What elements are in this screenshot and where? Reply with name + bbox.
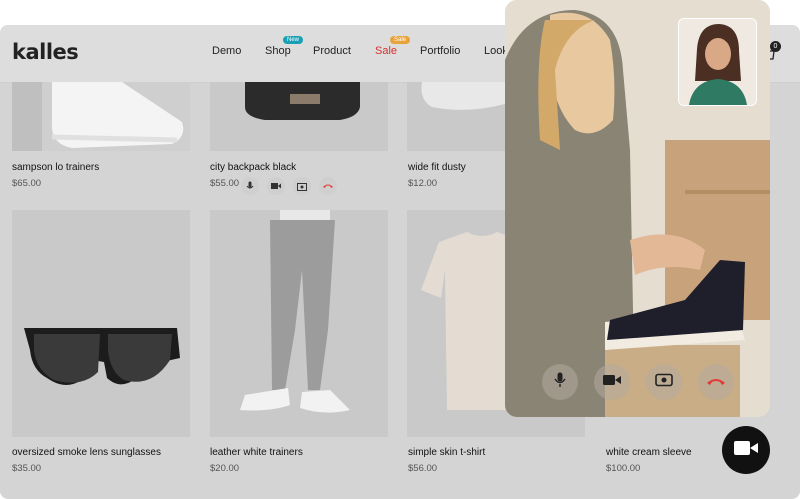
- product-name[interactable]: oversized smoke lens sunglasses: [12, 447, 161, 458]
- switch-camera-button[interactable]: [646, 364, 682, 400]
- nav-shop-label: Shop: [265, 45, 291, 57]
- nav-shop[interactable]: Shop New: [265, 36, 304, 57]
- video-camera-button[interactable]: [594, 364, 630, 400]
- new-badge: New: [283, 36, 304, 44]
- video-call-launcher-button[interactable]: [722, 426, 770, 474]
- mini-microphone-icon[interactable]: [241, 177, 259, 195]
- product-name[interactable]: white cream sleeve: [606, 447, 692, 458]
- microphone-button[interactable]: [542, 364, 578, 400]
- product-image-leather-trainers[interactable]: [210, 210, 388, 437]
- model-trainers-image: [240, 210, 350, 413]
- switch-camera-icon: [655, 372, 673, 392]
- nav-sale[interactable]: Sale Sale: [375, 36, 411, 57]
- nav-sale-label: Sale: [375, 45, 398, 57]
- backpack-image: [245, 82, 360, 120]
- mini-switch-camera-icon[interactable]: [293, 177, 311, 195]
- mini-video-camera-icon[interactable]: [267, 177, 285, 195]
- product-name[interactable]: simple skin t-shirt: [408, 447, 485, 458]
- customer-video-feed: [679, 19, 756, 105]
- product-name[interactable]: sampson lo trainers: [12, 162, 99, 173]
- video-camera-icon: [734, 440, 758, 461]
- end-call-icon: [707, 373, 725, 391]
- sneaker-image: [12, 82, 184, 151]
- mini-end-call-icon[interactable]: [319, 177, 337, 195]
- end-call-button[interactable]: [698, 364, 734, 400]
- product-price: $65.00: [12, 178, 42, 189]
- product-price: $100.00: [606, 463, 641, 474]
- site-logo[interactable]: kalles: [12, 40, 79, 64]
- cart-count: 0: [770, 41, 781, 52]
- sale-badge: Sale: [390, 36, 411, 44]
- product-price: $56.00: [408, 463, 438, 474]
- product-name[interactable]: leather white trainers: [210, 447, 303, 458]
- sunglasses-image: [24, 328, 180, 385]
- microphone-icon: [554, 372, 566, 393]
- product-price: $55.00: [210, 178, 240, 189]
- product-price: $20.00: [210, 463, 240, 474]
- product-price: $12.00: [408, 178, 438, 189]
- product-price: $35.00: [12, 463, 42, 474]
- product-image-city-backpack[interactable]: [210, 82, 388, 151]
- product-name[interactable]: wide fit dusty: [408, 162, 466, 173]
- product-image-wide-fit-dusty[interactable]: [407, 82, 505, 151]
- product-image-sunglasses[interactable]: [12, 210, 190, 437]
- nav-demo[interactable]: Demo: [212, 45, 241, 57]
- product-image-sampson-lo-trainers[interactable]: [12, 82, 190, 151]
- nav-portfolio[interactable]: Portfolio: [420, 45, 460, 57]
- video-camera-icon: [603, 373, 621, 391]
- product-name[interactable]: city backpack black: [210, 162, 296, 173]
- self-view-thumbnail[interactable]: [678, 18, 757, 106]
- shoe-image: [421, 82, 505, 110]
- nav-product[interactable]: Product: [313, 45, 351, 57]
